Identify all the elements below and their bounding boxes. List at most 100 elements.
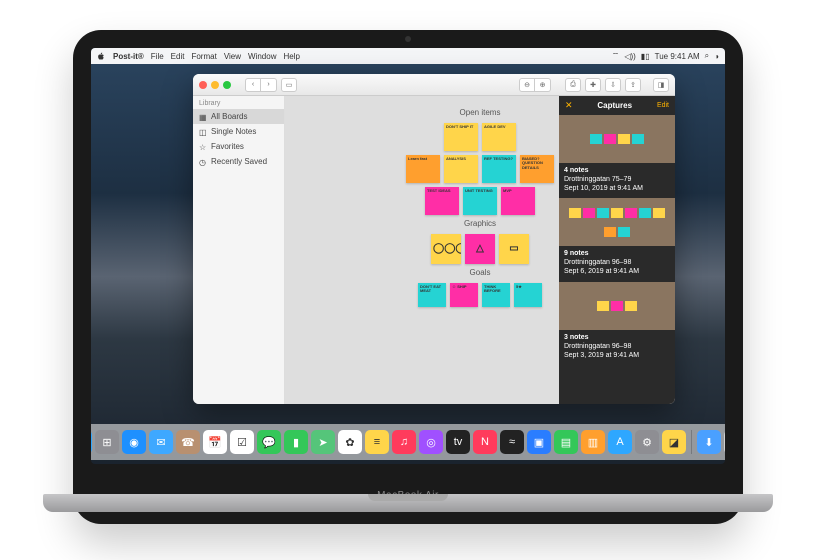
clock[interactable]: Tue 9:41 AM — [655, 52, 700, 61]
capture-thumbnail — [559, 198, 675, 246]
sticky-note[interactable]: △ — [465, 234, 495, 264]
dock-contacts[interactable]: ☎ — [176, 430, 200, 454]
menu-help[interactable]: Help — [283, 52, 299, 61]
sticky-note[interactable]: ☺ SHIP — [450, 283, 478, 307]
capture-item[interactable]: 3 notesDrottninggatan 96–98Sept 3, 2019 … — [559, 282, 675, 365]
captures-edit-button[interactable]: Edit — [657, 102, 669, 109]
camera-notch — [405, 36, 411, 42]
siri-icon[interactable]: ◑ — [714, 52, 719, 61]
sidebar-item-single-notes[interactable]: ◫ Single Notes — [193, 124, 284, 139]
sticky-note[interactable]: MVP — [501, 187, 535, 215]
dock-maps[interactable]: ➤ — [311, 430, 335, 454]
macos-menubar: Post-it® File Edit Format View Window He… — [91, 48, 725, 64]
laptop-frame: Post-it® File Edit Format View Window He… — [73, 30, 743, 524]
share-button[interactable]: ⇪ — [625, 78, 641, 92]
sticky-note[interactable]: ◯◯◯ — [431, 234, 461, 264]
magnify-plus-icon: ⊕ — [540, 81, 546, 89]
app-name[interactable]: Post-it® — [113, 52, 144, 61]
library-sidebar: Library ▦All Boards ◫ Single Notes ☆ Favorit… — [193, 96, 285, 404]
menu-file[interactable]: File — [151, 52, 164, 61]
dock-numbers[interactable]: ▤ — [554, 430, 578, 454]
close-button[interactable] — [199, 81, 207, 89]
sticky-note[interactable]: Learn fast — [406, 155, 440, 183]
sidebar-header: Library — [193, 96, 284, 109]
dock-trash[interactable]: 🗑 — [724, 430, 725, 454]
captures-title: Captures — [573, 101, 657, 110]
sidebar-item-favorites[interactable]: ☆ Favorites — [193, 139, 284, 154]
sticky-note[interactable]: 5★ — [514, 283, 542, 307]
capture-item[interactable]: 4 notesDrottninggatan 75–79Sept 10, 2019… — [559, 115, 675, 198]
sidebar-item-all-boards[interactable]: ▦All Boards — [193, 109, 284, 124]
sticky-note[interactable]: UNIT TESTING — [463, 187, 497, 215]
wifi-icon[interactable]: ⌔ — [612, 51, 620, 61]
postit-window: ‹ › ▭ ⊖ ⊕ ⎙ ✚ ⇩ ⇪ ◨ Library ▦All Boards◫… — [193, 74, 675, 404]
dock-messages[interactable]: 💬 — [257, 430, 281, 454]
capture-button[interactable]: ⎙ — [565, 78, 581, 92]
sticky-note[interactable]: THINK BEFORE — [482, 283, 510, 307]
volume-icon[interactable]: ◁)) — [624, 52, 635, 61]
export-button[interactable]: ⇩ — [605, 78, 621, 92]
desktop: Post-it® File Edit Format View Window He… — [91, 48, 725, 464]
sidebar-item-label: Single Notes — [211, 127, 256, 136]
sticky-note[interactable]: BIASED? QUESTION DETAILS — [520, 155, 554, 183]
menu-window[interactable]: Window — [248, 52, 276, 61]
dock-notes[interactable]: ≡ — [365, 430, 389, 454]
sticky-note[interactable]: DON'T EAT MEAT — [418, 283, 446, 307]
dock-separator — [691, 430, 692, 454]
dock-reminders[interactable]: ☑ — [230, 430, 254, 454]
dock-downloads[interactable]: ⬇ — [697, 430, 721, 454]
dock-pages[interactable]: ▥ — [581, 430, 605, 454]
note-plus-icon: ✚ — [590, 81, 596, 89]
sticky-note[interactable]: ANALYSIS — [444, 155, 478, 183]
sticky-note[interactable]: TEST IDEAS — [425, 187, 459, 215]
sticky-note[interactable]: ▭ — [499, 234, 529, 264]
dock-appstore[interactable]: A — [608, 430, 632, 454]
dock-stocks[interactable]: ≈ — [500, 430, 524, 454]
add-note-button[interactable]: ✚ — [585, 78, 601, 92]
star-icon: ☆ — [199, 143, 207, 151]
minimize-button[interactable] — [211, 81, 219, 89]
zoom-out-button[interactable]: ⊖ — [519, 78, 535, 92]
forward-button[interactable]: › — [261, 78, 277, 92]
dock-tv[interactable]: tv — [446, 430, 470, 454]
dock-launchpad[interactable]: ⊞ — [95, 430, 119, 454]
sticky-note[interactable]: DON'T SHIP IT — [444, 123, 478, 151]
battery-icon[interactable]: ▮▯ — [641, 52, 650, 61]
capture-item[interactable]: 9 notesDrottninggatan 96–98Sept 6, 2019 … — [559, 198, 675, 281]
capture-thumbnail — [559, 282, 675, 330]
note-icon: ◫ — [199, 128, 207, 136]
dock-facetime[interactable]: ▮ — [284, 430, 308, 454]
dock-keynote[interactable]: ▣ — [527, 430, 551, 454]
spotlight-icon[interactable]: ⌕ — [705, 51, 709, 61]
dock-preferences[interactable]: ⚙ — [635, 430, 659, 454]
dock-mail[interactable]: ✉ — [149, 430, 173, 454]
share-icon: ⇪ — [630, 81, 636, 89]
sticky-note[interactable]: AGILE DEV — [482, 123, 516, 151]
dock-music[interactable]: ♫ — [392, 430, 416, 454]
camera-icon: ⎙ — [570, 81, 576, 89]
apple-logo-icon[interactable] — [97, 52, 106, 61]
dock-podcasts[interactable]: ◎ — [419, 430, 443, 454]
captures-close-button[interactable]: ✕ — [565, 100, 573, 111]
captures-panel: ✕ Captures Edit 4 notesDrottninggatan 75… — [559, 96, 675, 404]
zoom-button[interactable] — [223, 81, 231, 89]
sidebar-item-recently-saved[interactable]: ◷Recently Saved — [193, 154, 284, 169]
sidebar-item-label: Favorites — [211, 142, 244, 151]
menu-format[interactable]: Format — [191, 52, 216, 61]
dock-photos[interactable]: ✿ — [338, 430, 362, 454]
dock-news[interactable]: N — [473, 430, 497, 454]
dock-safari[interactable]: ◉ — [122, 430, 146, 454]
dock-finder[interactable]: ☺ — [91, 430, 92, 454]
captures-panel-button[interactable]: ◨ — [653, 78, 669, 92]
zoom-in-button[interactable]: ⊕ — [535, 78, 551, 92]
sidebar-toggle-button[interactable]: ▭ — [281, 78, 297, 92]
window-titlebar: ‹ › ▭ ⊖ ⊕ ⎙ ✚ ⇩ ⇪ ◨ — [193, 74, 675, 96]
back-button[interactable]: ‹ — [245, 78, 261, 92]
menu-view[interactable]: View — [224, 52, 241, 61]
capture-meta: 3 notesDrottninggatan 96–98Sept 3, 2019 … — [559, 330, 675, 365]
magnify-minus-icon: ⊖ — [524, 81, 530, 89]
menu-edit[interactable]: Edit — [171, 52, 185, 61]
dock-postit[interactable]: ◪ — [662, 430, 686, 454]
dock-calendar[interactable]: 📅 — [203, 430, 227, 454]
sticky-note[interactable]: REF TESTING? — [482, 155, 516, 183]
